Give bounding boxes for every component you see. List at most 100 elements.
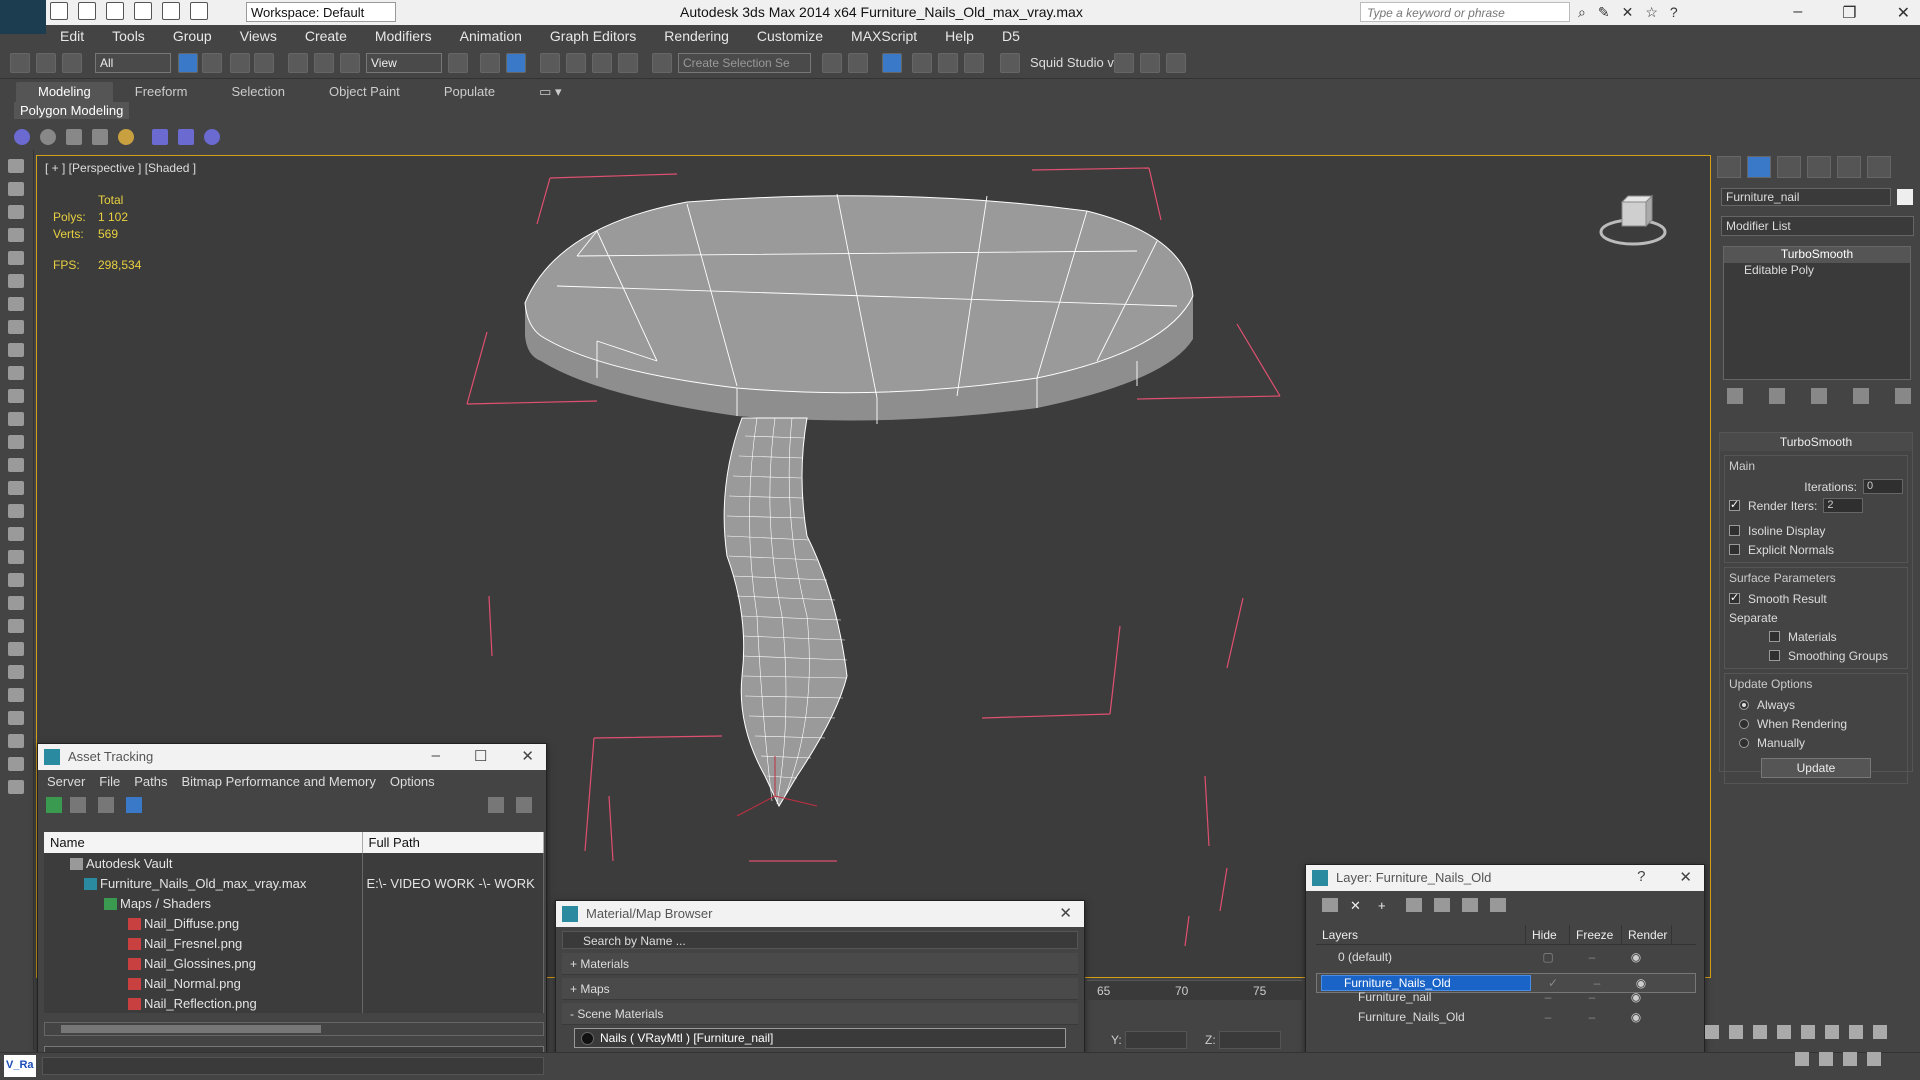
tool-icon-16[interactable] bbox=[8, 504, 24, 518]
maxscript-listener[interactable]: V_Ra bbox=[4, 1055, 36, 1077]
tool-icon-3[interactable] bbox=[8, 205, 24, 219]
menu-maxscript[interactable]: MAXScript bbox=[837, 28, 931, 44]
modify-tab-icon[interactable] bbox=[1747, 156, 1771, 178]
tool-icon-18[interactable] bbox=[8, 550, 24, 564]
redo-icon[interactable] bbox=[162, 2, 180, 20]
keyboard-shortcut-override-icon[interactable] bbox=[506, 53, 526, 73]
minimize-icon[interactable]: – bbox=[1793, 3, 1802, 23]
exchange-icon[interactable]: ✕ bbox=[1622, 4, 1634, 21]
vfb-icon[interactable] bbox=[152, 129, 168, 145]
select-by-name-icon[interactable] bbox=[202, 53, 222, 73]
material-editor-icon[interactable] bbox=[1000, 53, 1020, 73]
mirror-icon[interactable] bbox=[822, 53, 842, 73]
material-search-input[interactable]: Search by Name ... bbox=[562, 931, 1078, 949]
update-button[interactable]: Update bbox=[1761, 758, 1871, 778]
project-folder-icon[interactable] bbox=[190, 2, 208, 20]
tool-icon-6[interactable] bbox=[8, 274, 24, 288]
rendered-frame-window-icon[interactable] bbox=[1140, 53, 1160, 73]
tool-icon-21[interactable] bbox=[8, 619, 24, 633]
freeze-toggle[interactable]: – bbox=[1570, 1010, 1614, 1024]
named-selection-set-dropdown[interactable]: Create Selection Se bbox=[678, 53, 811, 73]
window-crossing-icon[interactable] bbox=[254, 53, 274, 73]
create-layer-icon[interactable] bbox=[1322, 898, 1338, 912]
display-tab-icon[interactable] bbox=[1837, 156, 1861, 178]
manually-radio[interactable] bbox=[1739, 737, 1749, 748]
go-to-end-icon[interactable] bbox=[1777, 1025, 1791, 1039]
menu-d5[interactable]: D5 bbox=[988, 28, 1034, 44]
tool-icon-28[interactable] bbox=[8, 780, 24, 794]
tool-icon-24[interactable] bbox=[8, 688, 24, 702]
viewcube[interactable] bbox=[1598, 194, 1668, 249]
render-iters-spinner[interactable]: 2 bbox=[1823, 498, 1864, 513]
object-color-swatch[interactable] bbox=[1897, 189, 1913, 205]
undo-icon[interactable] bbox=[134, 2, 152, 20]
show-end-result-icon[interactable] bbox=[1769, 388, 1785, 404]
tool-icon-22[interactable] bbox=[8, 642, 24, 656]
orbit-icon[interactable] bbox=[1843, 1052, 1857, 1066]
table-row[interactable]: Furniture_Nails_Old_max_vray.max E:\- VID… bbox=[44, 873, 544, 893]
scene-materials-section[interactable]: - Scene Materials bbox=[562, 1003, 1078, 1025]
iterations-spinner[interactable]: 0 bbox=[1863, 479, 1903, 494]
zoom-all-icon[interactable] bbox=[1825, 1025, 1839, 1039]
selection-filter-dropdown[interactable]: All bbox=[95, 53, 171, 73]
table-row[interactable]: Maps / Shaders bbox=[44, 893, 544, 913]
move-icon[interactable] bbox=[288, 53, 308, 73]
thumbnail-view-icon[interactable] bbox=[98, 797, 114, 813]
light-icon[interactable] bbox=[118, 129, 134, 145]
menu-modifiers[interactable]: Modifiers bbox=[361, 28, 446, 44]
rotate-icon[interactable] bbox=[314, 53, 334, 73]
curve-editor-icon[interactable] bbox=[938, 53, 958, 73]
rollout-title[interactable]: TurboSmooth bbox=[1720, 433, 1912, 451]
menu-file[interactable]: File bbox=[92, 774, 127, 789]
tool-icon-4[interactable] bbox=[8, 228, 24, 242]
layer-row[interactable]: Furniture_nail – – ◉ bbox=[1316, 987, 1696, 1007]
motion-tab-icon[interactable] bbox=[1807, 156, 1831, 178]
hierarchy-tab-icon[interactable] bbox=[1777, 156, 1801, 178]
camera-icon[interactable] bbox=[66, 129, 82, 145]
table-row[interactable]: Nail_Fresnel.png bbox=[44, 933, 544, 953]
reference-coordinate-dropdown[interactable]: View bbox=[366, 53, 442, 73]
column-header-hide[interactable]: Hide bbox=[1526, 925, 1570, 944]
remove-modifier-icon[interactable] bbox=[1853, 388, 1869, 404]
highlight-layer-icon[interactable] bbox=[1434, 898, 1450, 912]
render-toggle-icon[interactable]: ◉ bbox=[1614, 950, 1658, 964]
snaps-toggle-icon[interactable] bbox=[540, 53, 560, 73]
tool-icon-23[interactable] bbox=[8, 665, 24, 679]
hide-all-layers-icon[interactable] bbox=[1462, 898, 1478, 912]
select-object-icon[interactable] bbox=[178, 53, 198, 73]
tool-icon-14[interactable] bbox=[8, 458, 24, 472]
pan-icon[interactable] bbox=[1819, 1052, 1833, 1066]
layer-manager-icon[interactable] bbox=[882, 53, 902, 73]
help-icon[interactable] bbox=[488, 797, 504, 813]
help-icon[interactable]: ? bbox=[1670, 4, 1678, 21]
tool-icon-17[interactable] bbox=[8, 527, 24, 541]
minimize-icon[interactable]: – bbox=[432, 747, 440, 765]
menu-animation[interactable]: Animation bbox=[446, 28, 536, 44]
zoom-extents-all-icon[interactable] bbox=[1873, 1025, 1887, 1039]
menu-help[interactable]: Help bbox=[931, 28, 988, 44]
scale-icon[interactable] bbox=[340, 53, 360, 73]
polygon-modeling-panel[interactable]: Polygon Modeling bbox=[14, 102, 130, 119]
tab-modeling[interactable]: Modeling bbox=[16, 82, 113, 102]
3dsmax-logo-icon[interactable] bbox=[0, 0, 46, 34]
binoculars-icon[interactable]: ⌕ bbox=[1578, 4, 1586, 21]
close-icon[interactable]: ✕ bbox=[521, 747, 534, 765]
tool-icon-20[interactable] bbox=[8, 596, 24, 610]
field-of-view-icon[interactable] bbox=[1795, 1052, 1809, 1066]
restore-icon[interactable]: ❐ bbox=[1842, 3, 1856, 23]
unlink-icon[interactable] bbox=[36, 53, 56, 73]
tool-icon-7[interactable] bbox=[8, 297, 24, 311]
tool-icon-5[interactable] bbox=[8, 251, 24, 265]
layer-window-titlebar[interactable]: Layer: Furniture_Nails_Old ? ✕ bbox=[1306, 865, 1704, 891]
go-to-start-icon[interactable] bbox=[1705, 1025, 1719, 1039]
z-coordinate-field[interactable] bbox=[1219, 1031, 1281, 1049]
materials-checkbox[interactable] bbox=[1769, 631, 1780, 642]
angle-snap-icon[interactable] bbox=[566, 53, 586, 73]
table-row[interactable]: Nail_Reflection.png bbox=[44, 993, 544, 1013]
render-camera-icon[interactable] bbox=[92, 129, 108, 145]
refresh-icon[interactable] bbox=[40, 129, 56, 145]
tool-icon-9[interactable] bbox=[8, 343, 24, 357]
maps-section[interactable]: + Maps bbox=[562, 978, 1078, 1000]
next-frame-icon[interactable] bbox=[1753, 1025, 1767, 1039]
table-row[interactable]: Nail_Glossines.png bbox=[44, 953, 544, 973]
